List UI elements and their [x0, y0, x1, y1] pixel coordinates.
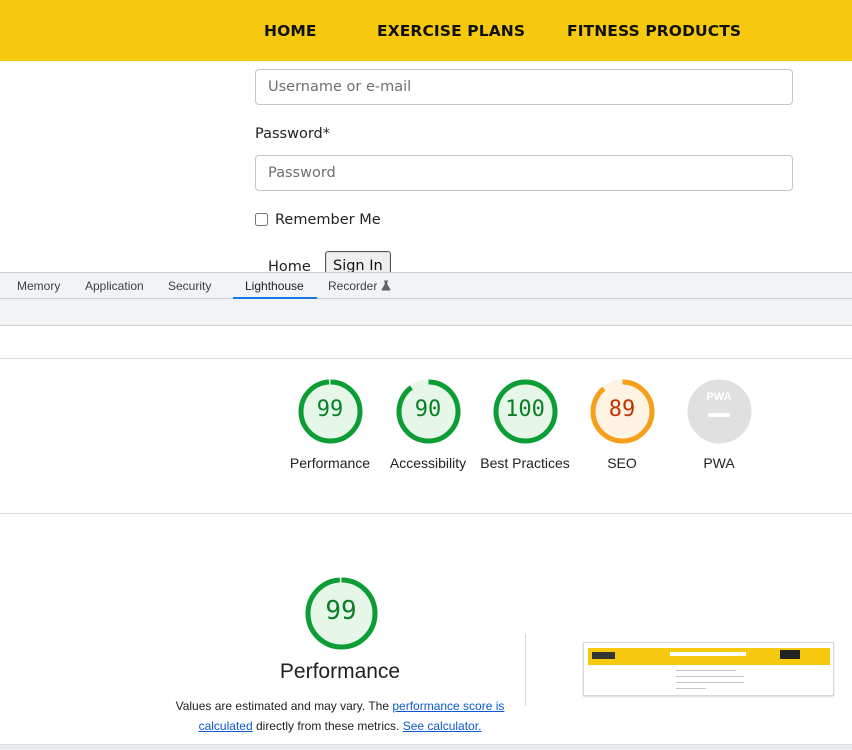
- gauge-score: 100: [505, 397, 545, 422]
- pwa-dash-icon: [708, 412, 730, 417]
- score-gauge[interactable]: 90: [394, 377, 463, 446]
- tab-security[interactable]: Security: [168, 273, 211, 299]
- tab-recorder-label: Recorder: [328, 279, 378, 293]
- devtools-panel: Memory Application Security Lighthouse R…: [0, 272, 852, 750]
- divider: [0, 513, 852, 514]
- home-link[interactable]: Home: [268, 259, 311, 272]
- site-navbar: HOME EXERCISE PLANS FITNESS PRODUCTS: [0, 0, 852, 61]
- gauge-label: PWA: [703, 455, 735, 471]
- tab-application[interactable]: Application: [85, 273, 144, 299]
- remember-me-label: Remember Me: [275, 212, 381, 228]
- gauge-score: 89: [608, 397, 636, 422]
- nav-exercise-plans-link[interactable]: EXERCISE PLANS: [377, 22, 525, 40]
- performance-description: Values are estimated and may vary. The p…: [170, 696, 510, 736]
- devtools-toolbar: [0, 299, 852, 326]
- see-calculator-link[interactable]: See calculator.: [403, 719, 482, 733]
- tab-recorder[interactable]: Recorder: [328, 273, 391, 299]
- divider: [0, 358, 852, 359]
- perf-desc-text-2: directly from these metrics.: [252, 719, 403, 733]
- gauge-label: Accessibility: [389, 455, 467, 471]
- gauge-label: Performance: [289, 455, 371, 471]
- website-viewport: HOME EXERCISE PLANS FITNESS PRODUCTS Pas…: [0, 0, 852, 272]
- thumbnail-line: [676, 682, 744, 683]
- sign-in-button[interactable]: Sign In: [325, 251, 391, 272]
- score-gauge[interactable]: 99: [296, 377, 365, 446]
- password-input[interactable]: [255, 155, 793, 191]
- nav-home-link[interactable]: HOME: [264, 22, 317, 40]
- thumbnail-line: [676, 688, 706, 689]
- page-screenshot-thumbnail[interactable]: [583, 642, 834, 696]
- score-gauge[interactable]: 89: [588, 377, 657, 446]
- username-input[interactable]: [255, 69, 793, 105]
- score-gauge[interactable]: 99: [303, 575, 380, 652]
- thumbnail-line: [676, 670, 736, 671]
- thumbnail-logo: [592, 652, 615, 659]
- pwa-badge-icon: PWA: [706, 390, 732, 403]
- gauge-label: Best Practices: [480, 455, 570, 471]
- password-label: Password*: [255, 126, 330, 142]
- perf-desc-text: Values are estimated and may vary. The: [175, 699, 393, 713]
- performance-title: Performance: [279, 660, 401, 683]
- vertical-divider: [525, 634, 526, 706]
- nav-fitness-products-link[interactable]: FITNESS PRODUCTS: [567, 22, 741, 40]
- gauge-label: SEO: [607, 455, 637, 471]
- flask-icon: [381, 274, 391, 300]
- gauge-score: 99: [325, 596, 357, 626]
- devtools-tab-bar: Memory Application Security Lighthouse R…: [0, 272, 852, 299]
- gauge-ring: [687, 379, 751, 444]
- thumbnail-line: [676, 676, 744, 677]
- thumbnail-button: [780, 650, 800, 659]
- thumbnail-search: [670, 652, 746, 656]
- tab-lighthouse[interactable]: Lighthouse: [245, 273, 304, 299]
- score-gauge[interactable]: 100: [491, 377, 560, 446]
- remember-me-checkbox[interactable]: [255, 213, 268, 226]
- score-gauge[interactable]: PWA: [685, 377, 754, 446]
- devtools-bottom-edge: [0, 744, 852, 750]
- gauge-score: 99: [316, 397, 344, 422]
- gauge-score: 90: [414, 397, 442, 422]
- tab-memory[interactable]: Memory: [17, 273, 60, 299]
